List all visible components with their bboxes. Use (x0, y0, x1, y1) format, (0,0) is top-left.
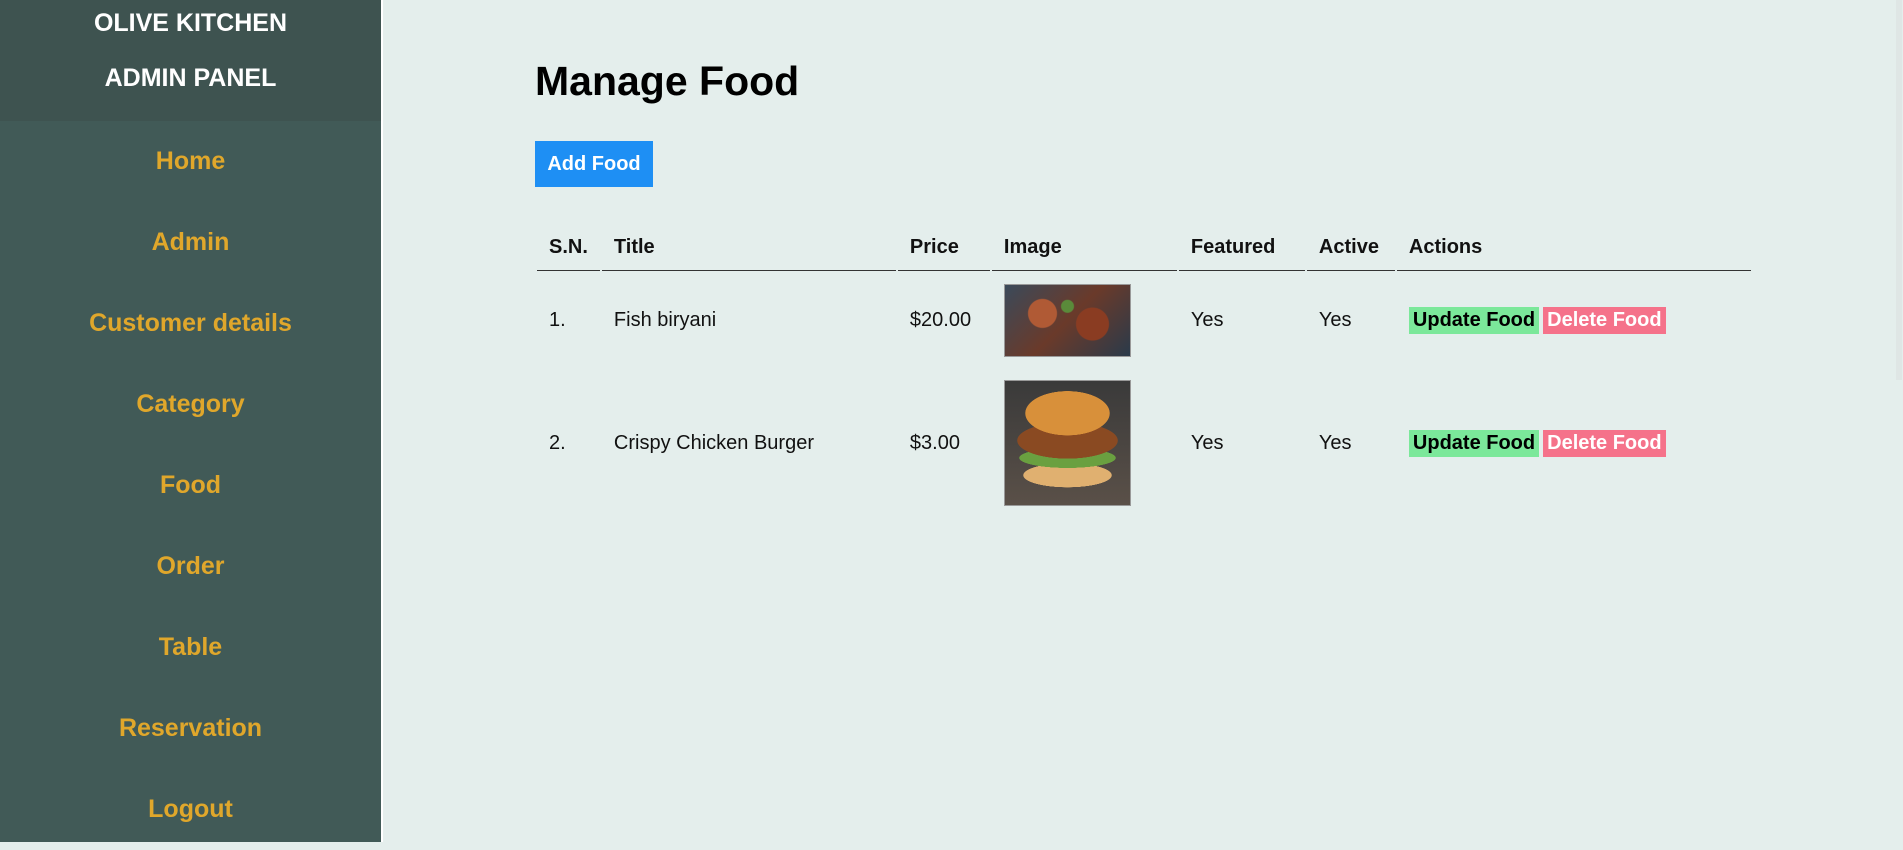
nav-order[interactable]: Order (0, 526, 381, 607)
col-price: Price (897, 224, 990, 271)
nav-customer-details[interactable]: Customer details (0, 283, 381, 364)
brand-subtitle: ADMIN PANEL (104, 64, 277, 92)
food-image (1003, 283, 1131, 357)
nav-home[interactable]: Home (0, 121, 381, 202)
scrollbar-thumb[interactable] (1896, 0, 1902, 380)
cell-actions: Update Food Delete Food (1397, 271, 1751, 369)
cell-title: Fish biryani (613, 308, 717, 331)
page-title: Manage Food (535, 58, 800, 104)
col-featured: Featured (1178, 224, 1305, 271)
nav-reservation[interactable]: Reservation (0, 688, 381, 769)
col-sn: S.N. (537, 224, 600, 271)
col-title: Title (601, 224, 896, 271)
cell-active: Yes (1318, 431, 1352, 454)
cell-sn: 2. (549, 431, 566, 454)
sidebar-divider (381, 0, 383, 842)
nav-table[interactable]: Table (0, 607, 381, 688)
cell-price: $20.00 (909, 308, 972, 331)
page-scrollbar[interactable] (1895, 0, 1903, 842)
sidebar-nav: Home Admin Customer details Category Foo… (0, 121, 381, 850)
cell-actions: Update Food Delete Food (1397, 369, 1751, 517)
col-active: Active (1306, 224, 1395, 271)
col-image: Image (991, 224, 1177, 271)
cell-image (992, 369, 1177, 517)
food-table: S.N. Title Price Image Featured Active A… (535, 224, 1753, 517)
cell-active: Yes (1318, 308, 1352, 331)
table-row: 1. Fish biryani $20.00 Yes Yes Update Fo… (537, 271, 1751, 369)
nav-category[interactable]: Category (0, 364, 381, 445)
cell-featured: Yes (1190, 308, 1224, 331)
cell-featured: Yes (1190, 431, 1224, 454)
cell-image (992, 271, 1177, 369)
update-food-button[interactable]: Update Food (1408, 429, 1540, 457)
add-food-button[interactable]: Add Food (535, 141, 653, 187)
cell-sn: 1. (549, 308, 566, 331)
update-food-button[interactable]: Update Food (1408, 306, 1540, 334)
delete-food-button[interactable]: Delete Food (1543, 429, 1666, 457)
cell-title: Crispy Chicken Burger (613, 431, 814, 454)
nav-logout[interactable]: Logout (0, 769, 381, 850)
col-actions: Actions (1396, 224, 1751, 271)
delete-food-button[interactable]: Delete Food (1543, 306, 1666, 334)
brand: OLIVE KITCHEN ADMIN PANEL (0, 0, 381, 121)
cell-price: $3.00 (909, 431, 960, 454)
table-header-row: S.N. Title Price Image Featured Active A… (537, 224, 1751, 271)
table-row: 2. Crispy Chicken Burger $3.00 Yes Yes U… (537, 369, 1751, 517)
nav-admin[interactable]: Admin (0, 202, 381, 283)
food-image (1003, 380, 1131, 506)
nav-food[interactable]: Food (0, 445, 381, 526)
brand-name: OLIVE KITCHEN (93, 9, 288, 37)
sidebar: OLIVE KITCHEN ADMIN PANEL Home Admin Cus… (0, 0, 381, 842)
